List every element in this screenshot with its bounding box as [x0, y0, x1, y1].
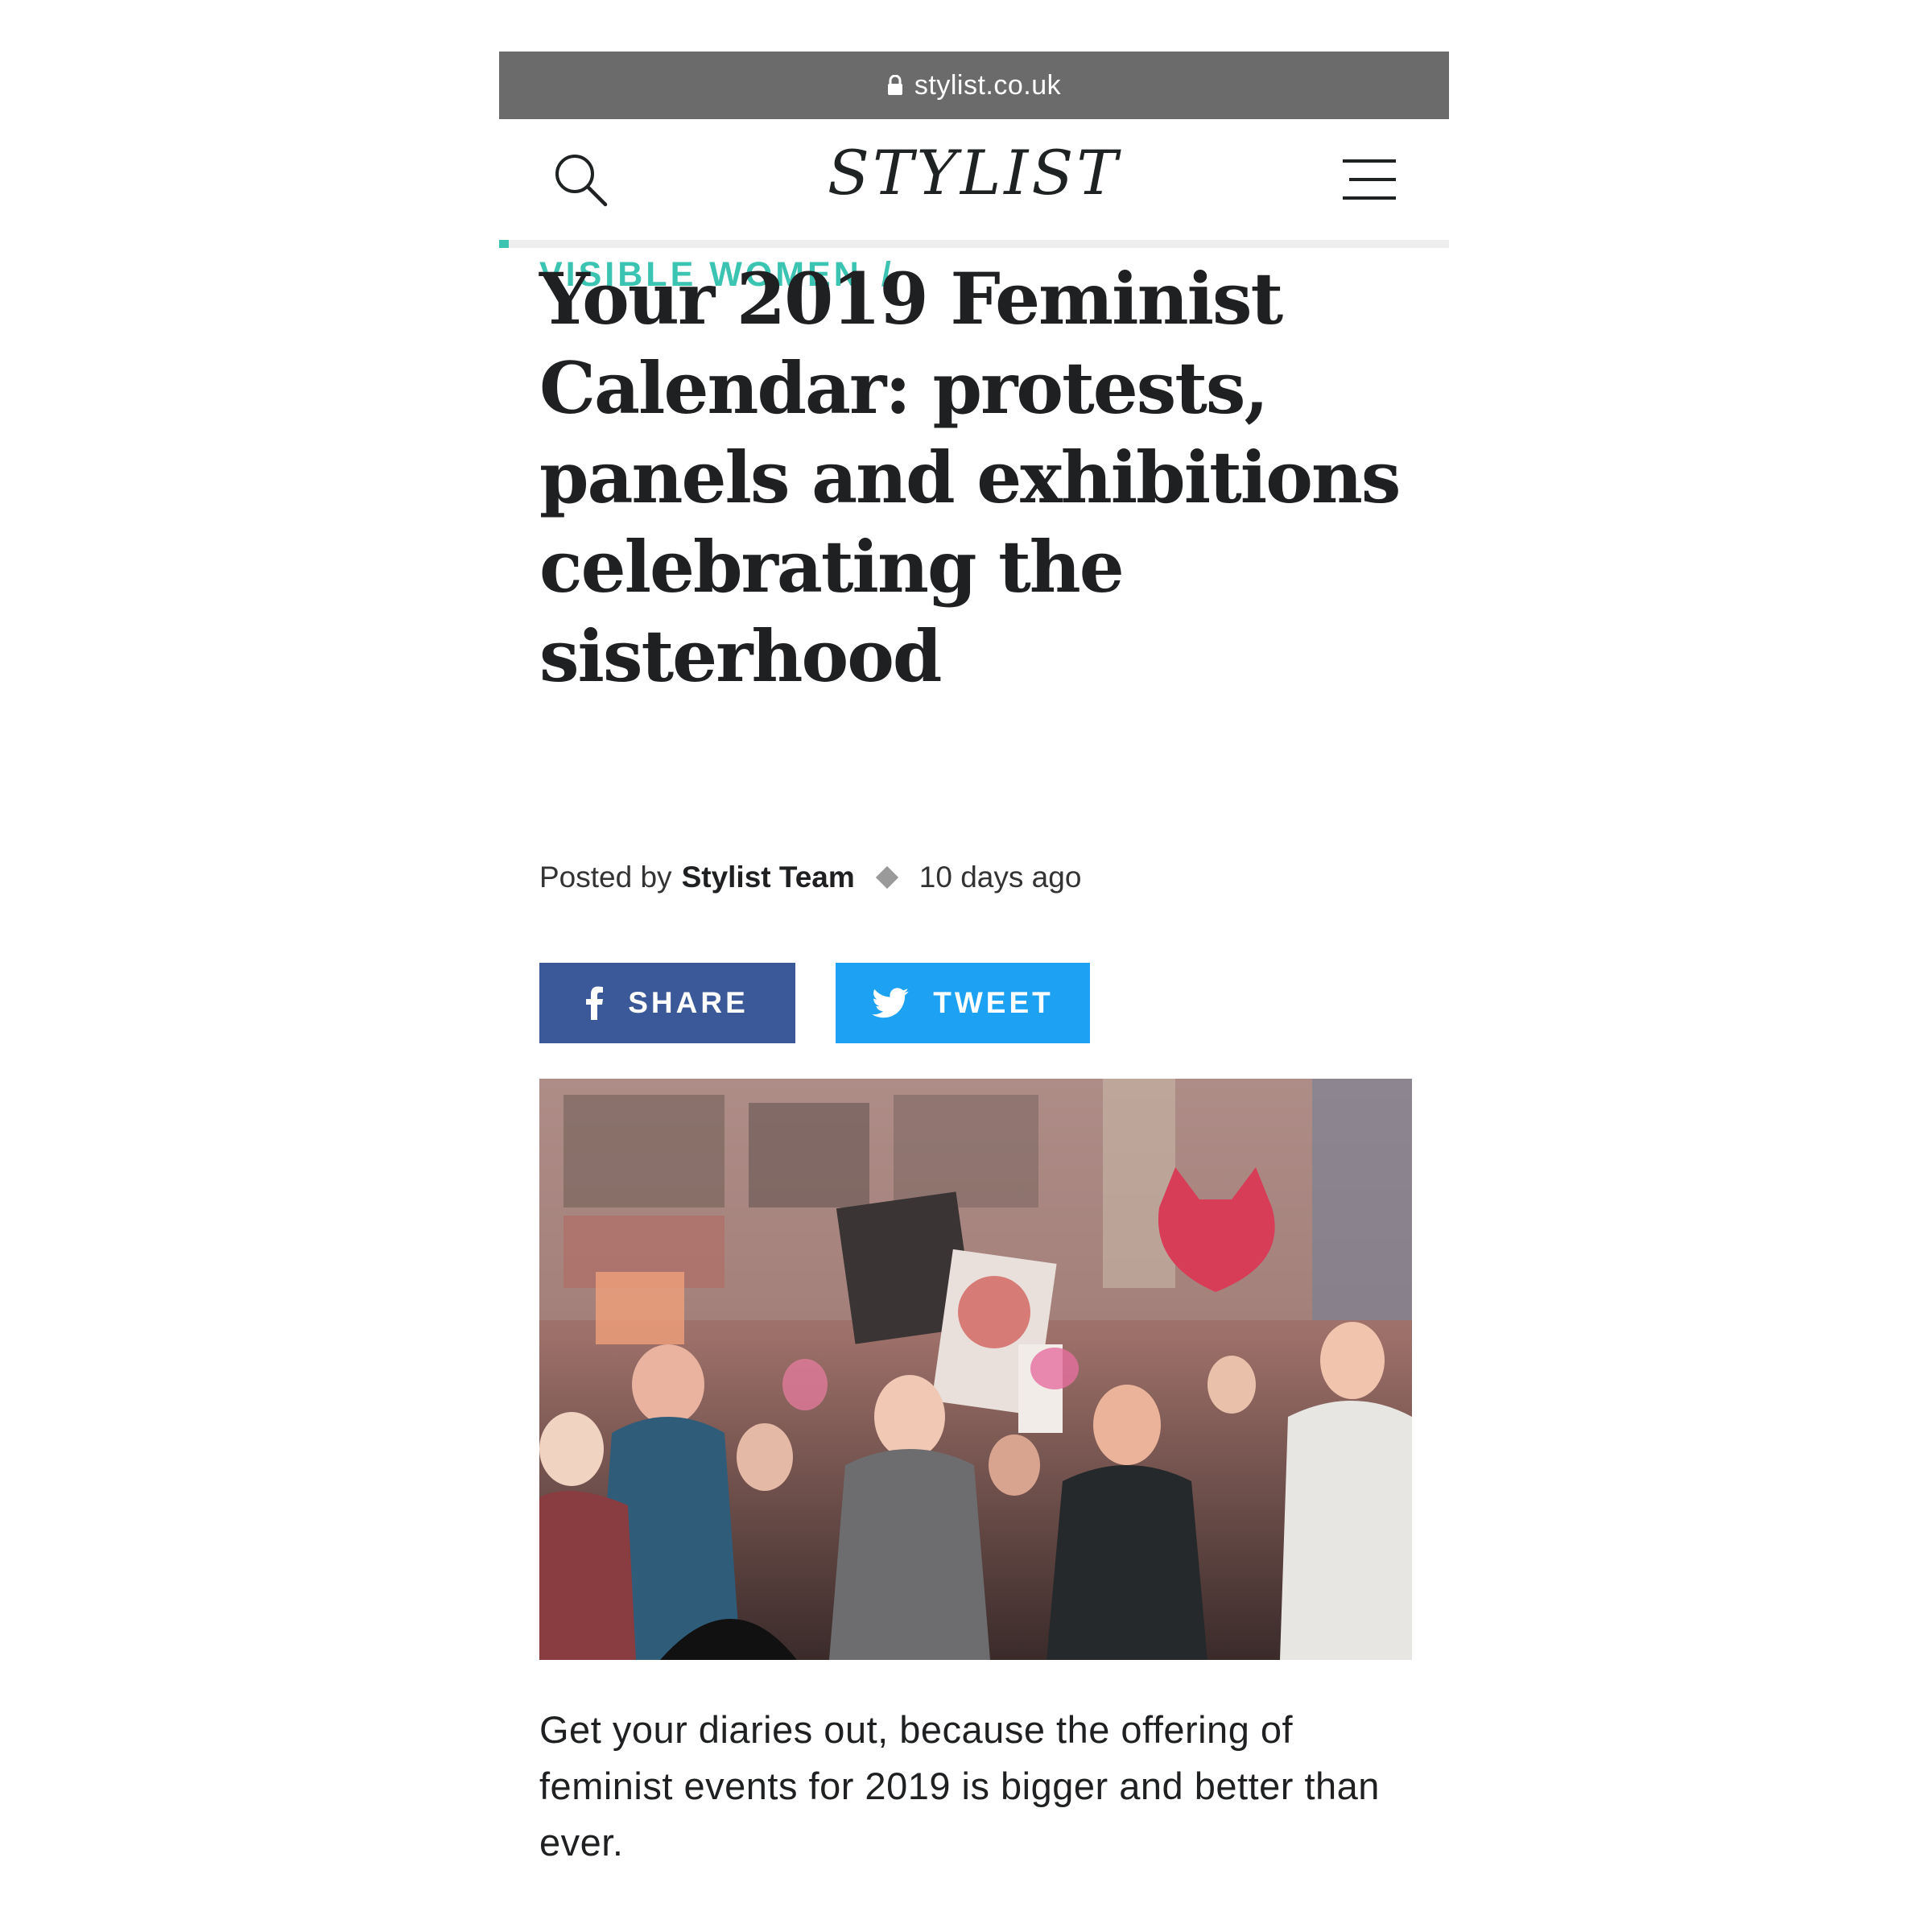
article-intro: Get your diaries out, because the offeri… — [539, 1708, 1380, 1864]
facebook-share-button[interactable]: SHARE — [539, 963, 795, 1043]
byline: Posted by Stylist Team 10 days ago — [539, 861, 1081, 894]
byline-prefix: Posted by — [539, 861, 672, 894]
reading-progress-fill — [499, 240, 509, 248]
article-headline: Your 2019 Feminist Calendar: protests, p… — [539, 257, 1401, 698]
hero-image — [539, 1079, 1412, 1660]
lock-icon — [887, 75, 902, 95]
site-header: STYLIST — [499, 119, 1449, 240]
share-buttons: SHARE TWEET — [539, 963, 1090, 1043]
byline-author[interactable]: Stylist Team — [682, 861, 855, 894]
hamburger-menu-icon[interactable] — [1343, 158, 1396, 201]
site-logo[interactable]: STYLIST — [499, 137, 1449, 208]
reading-progress-bar — [499, 240, 1449, 248]
twitter-tweet-button[interactable]: TWEET — [836, 963, 1090, 1043]
phone-screen: stylist.co.uk STYLIST VISIBLE WOMEN / Yo… — [499, 52, 1449, 1932]
separator-diamond — [875, 865, 898, 890]
twitter-tweet-label: TWEET — [933, 986, 1054, 1019]
twitter-icon — [872, 988, 910, 1018]
browser-url-bar[interactable]: stylist.co.uk — [499, 52, 1449, 119]
byline-time: 10 days ago — [919, 861, 1082, 894]
facebook-share-label: SHARE — [628, 986, 749, 1019]
facebook-icon — [586, 986, 604, 1020]
protest-crowd-photo — [539, 1079, 1412, 1660]
url-text: stylist.co.uk — [914, 69, 1062, 101]
